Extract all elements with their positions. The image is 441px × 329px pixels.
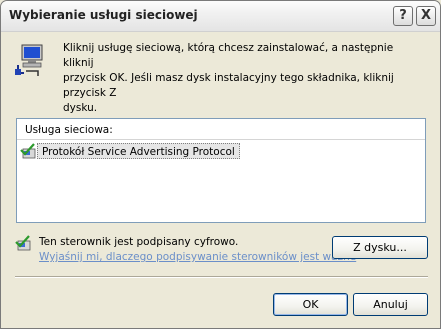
close-button[interactable]: X [416,6,436,26]
instruction-line: dysku. [63,102,98,114]
list-header-label: Usługa sieciowa: [25,124,113,136]
dialog-window: Wybieranie usługi sieciowej ? X Kliknij … [0,0,441,329]
list-column-header[interactable]: Usługa sieciowa: [17,119,425,140]
separator [15,276,428,278]
window-title: Wybieranie usługi sieciowej [9,8,198,22]
certified-driver-icon [20,143,36,159]
help-button[interactable]: ? [393,6,413,26]
instruction-text: Kliknij usługę sieciową, którą chcesz za… [63,41,423,116]
network-service-icon [15,44,43,76]
service-listbox[interactable]: Usługa sieciowa: Protokół Service Advert… [16,118,426,223]
list-item-label: Protokół Service Advertising Protocol [37,143,240,159]
title-bar[interactable]: Wybieranie usługi sieciowej ? X [1,1,440,32]
instruction-line: Kliknij usługę sieciową, którą chcesz za… [63,42,394,69]
signature-status-text: Ten sterownik jest podpisany cyfrowo. [39,236,239,248]
driver-signing-help-link[interactable]: Wyjaśnij mi, dlaczego podpisywanie stero… [39,251,356,263]
ok-button[interactable]: OK [273,293,348,316]
instruction-line: przycisk OK. Jeśli masz dysk instalacyjn… [63,72,394,99]
have-disk-button[interactable]: Z dysku... [332,236,428,259]
certified-driver-icon [15,235,31,251]
cancel-button[interactable]: Anuluj [353,293,428,316]
